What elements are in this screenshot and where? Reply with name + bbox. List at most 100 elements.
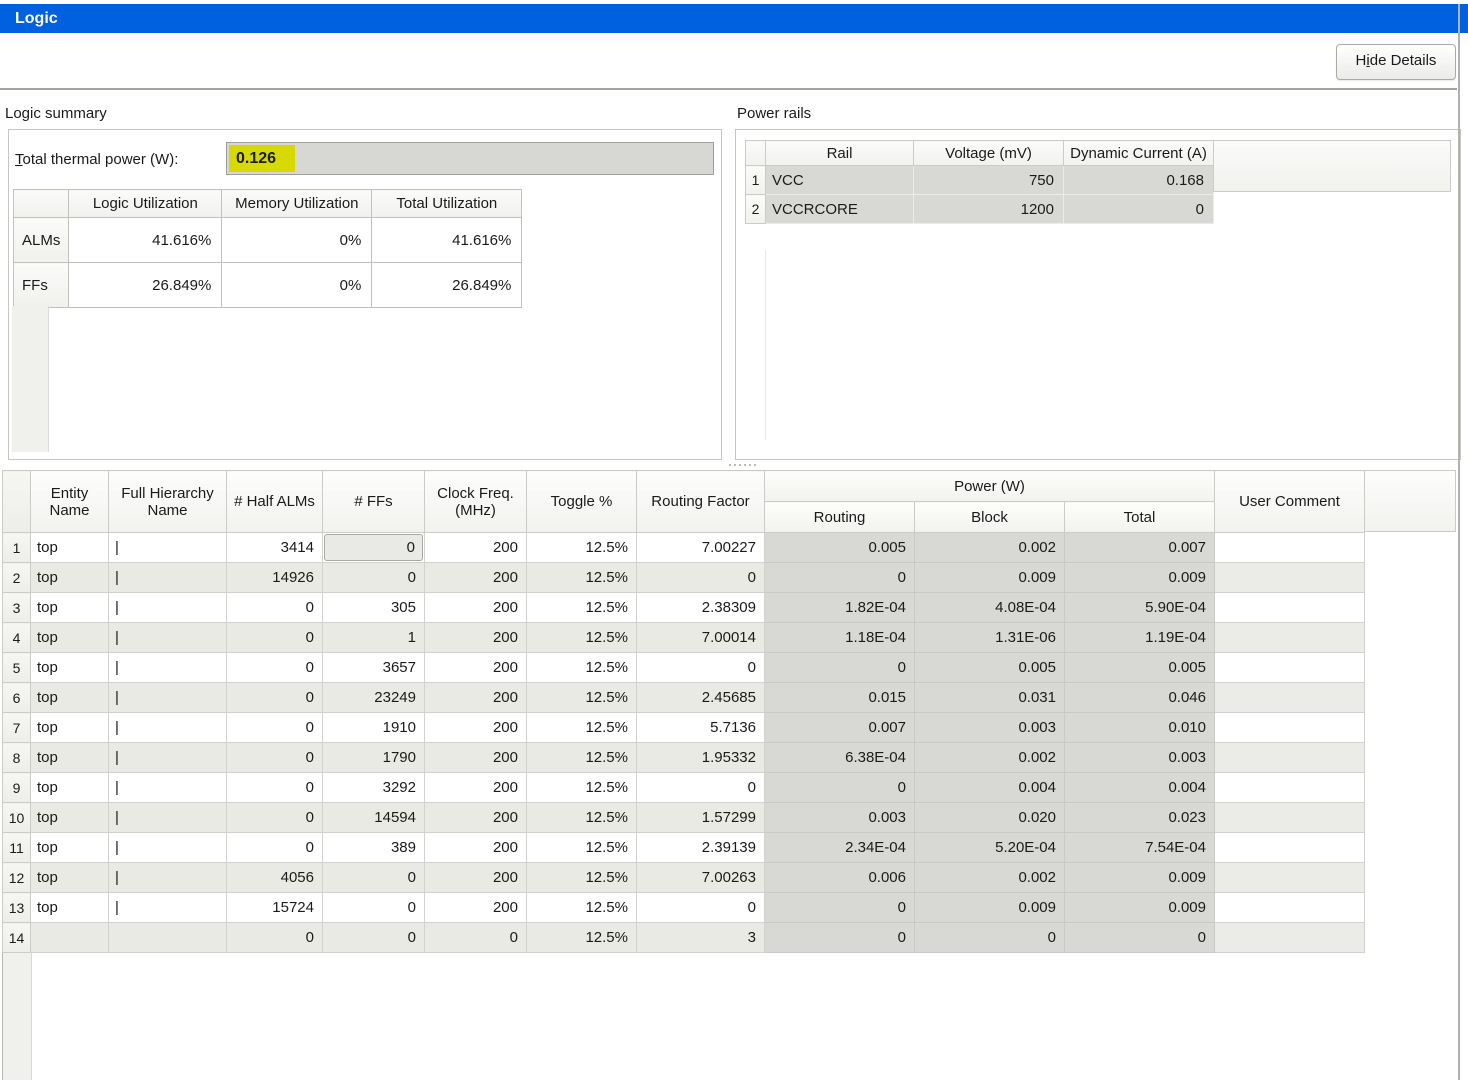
- ffs-cell[interactable]: 1910: [323, 713, 425, 743]
- column-header-memory-utilization[interactable]: Memory Utilization: [222, 190, 372, 218]
- toggle-cell[interactable]: 12.5%: [527, 863, 637, 893]
- entity-name-cell[interactable]: top: [31, 563, 109, 593]
- half-alms-cell[interactable]: 15724: [227, 893, 323, 923]
- entity-name-cell[interactable]: top: [31, 683, 109, 713]
- routing-factor-cell[interactable]: 0: [637, 653, 765, 683]
- clock-freq-cell[interactable]: 200: [425, 533, 527, 563]
- column-group-header-power[interactable]: Power (W): [765, 471, 1215, 502]
- user-comment-cell[interactable]: [1215, 893, 1365, 923]
- row-header[interactable]: 2: [746, 195, 766, 224]
- toggle-cell[interactable]: 12.5%: [527, 623, 637, 653]
- half-alms-cell[interactable]: 0: [227, 653, 323, 683]
- clock-freq-cell[interactable]: 0: [425, 923, 527, 953]
- row-header[interactable]: 1: [3, 533, 31, 563]
- toggle-cell[interactable]: 12.5%: [527, 593, 637, 623]
- column-header-clock-freq[interactable]: Clock Freq. (MHz): [425, 471, 527, 533]
- toggle-cell[interactable]: 12.5%: [527, 743, 637, 773]
- column-header-dynamic-current[interactable]: Dynamic Current (A): [1064, 141, 1214, 166]
- row-header[interactable]: 6: [3, 683, 31, 713]
- routing-factor-cell[interactable]: 0: [637, 563, 765, 593]
- user-comment-cell[interactable]: [1215, 593, 1365, 623]
- clock-freq-cell[interactable]: 200: [425, 683, 527, 713]
- entity-name-cell[interactable]: top: [31, 623, 109, 653]
- column-header-power-block[interactable]: Block: [915, 502, 1065, 533]
- hide-details-button[interactable]: Hide Details: [1336, 44, 1456, 80]
- user-comment-cell[interactable]: [1215, 803, 1365, 833]
- splitter-handle[interactable]: [720, 462, 764, 468]
- ffs-cell[interactable]: 0: [323, 533, 425, 563]
- routing-factor-cell[interactable]: 1.95332: [637, 743, 765, 773]
- entity-name-cell[interactable]: top: [31, 833, 109, 863]
- row-header[interactable]: 11: [3, 833, 31, 863]
- hierarchy-cell[interactable]: |: [109, 743, 227, 773]
- half-alms-cell[interactable]: 0: [227, 923, 323, 953]
- user-comment-cell[interactable]: [1215, 773, 1365, 803]
- column-header-rail[interactable]: Rail: [766, 141, 914, 166]
- entity-name-cell[interactable]: top: [31, 743, 109, 773]
- ffs-cell[interactable]: 3292: [323, 773, 425, 803]
- row-header[interactable]: 4: [3, 623, 31, 653]
- row-header[interactable]: 3: [3, 593, 31, 623]
- routing-factor-cell[interactable]: 7.00227: [637, 533, 765, 563]
- row-header[interactable]: 2: [3, 563, 31, 593]
- half-alms-cell[interactable]: 0: [227, 683, 323, 713]
- half-alms-cell[interactable]: 3414: [227, 533, 323, 563]
- user-comment-cell[interactable]: [1215, 563, 1365, 593]
- routing-factor-cell[interactable]: 2.39139: [637, 833, 765, 863]
- clock-freq-cell[interactable]: 200: [425, 743, 527, 773]
- ffs-cell[interactable]: 23249: [323, 683, 425, 713]
- toggle-cell[interactable]: 12.5%: [527, 563, 637, 593]
- entity-name-cell[interactable]: top: [31, 803, 109, 833]
- entity-name-cell[interactable]: top: [31, 773, 109, 803]
- routing-factor-cell[interactable]: 2.45685: [637, 683, 765, 713]
- user-comment-cell[interactable]: [1215, 683, 1365, 713]
- half-alms-cell[interactable]: 0: [227, 623, 323, 653]
- routing-factor-cell[interactable]: 2.38309: [637, 593, 765, 623]
- column-header-voltage[interactable]: Voltage (mV): [914, 141, 1064, 166]
- ffs-cell[interactable]: 0: [323, 563, 425, 593]
- entity-name-cell[interactable]: top: [31, 653, 109, 683]
- entity-name-cell[interactable]: top: [31, 593, 109, 623]
- clock-freq-cell[interactable]: 200: [425, 863, 527, 893]
- entity-name-cell[interactable]: top: [31, 893, 109, 923]
- row-header[interactable]: 10: [3, 803, 31, 833]
- ffs-cell[interactable]: 0: [323, 893, 425, 923]
- entity-name-cell[interactable]: top: [31, 713, 109, 743]
- ffs-cell[interactable]: 1790: [323, 743, 425, 773]
- half-alms-cell[interactable]: 0: [227, 833, 323, 863]
- clock-freq-cell[interactable]: 200: [425, 593, 527, 623]
- hierarchy-cell[interactable]: |: [109, 713, 227, 743]
- total-thermal-power-field[interactable]: 0.126: [226, 142, 714, 175]
- column-header-half-alms[interactable]: # Half ALMs: [227, 471, 323, 533]
- row-header-alms[interactable]: ALMs: [14, 218, 69, 263]
- row-header-ffs[interactable]: FFs: [14, 263, 69, 308]
- clock-freq-cell[interactable]: 200: [425, 563, 527, 593]
- row-header[interactable]: 1: [746, 166, 766, 195]
- routing-factor-cell[interactable]: 3: [637, 923, 765, 953]
- row-header[interactable]: 7: [3, 713, 31, 743]
- toggle-cell[interactable]: 12.5%: [527, 773, 637, 803]
- clock-freq-cell[interactable]: 200: [425, 803, 527, 833]
- user-comment-cell[interactable]: [1215, 863, 1365, 893]
- hierarchy-cell[interactable]: |: [109, 533, 227, 563]
- routing-factor-cell[interactable]: 5.7136: [637, 713, 765, 743]
- hierarchy-cell[interactable]: |: [109, 593, 227, 623]
- routing-factor-cell[interactable]: 7.00014: [637, 623, 765, 653]
- ffs-cell[interactable]: 0: [323, 923, 425, 953]
- routing-factor-cell[interactable]: 0: [637, 893, 765, 923]
- ffs-cell[interactable]: 3657: [323, 653, 425, 683]
- hierarchy-cell[interactable]: |: [109, 563, 227, 593]
- entity-name-cell[interactable]: top: [31, 533, 109, 563]
- ffs-cell[interactable]: 0: [323, 863, 425, 893]
- row-header[interactable]: 12: [3, 863, 31, 893]
- user-comment-cell[interactable]: [1215, 623, 1365, 653]
- hierarchy-cell[interactable]: |: [109, 893, 227, 923]
- clock-freq-cell[interactable]: 200: [425, 893, 527, 923]
- column-header-entity-name[interactable]: Entity Name: [31, 471, 109, 533]
- hierarchy-cell[interactable]: |: [109, 863, 227, 893]
- row-header[interactable]: 14: [3, 923, 31, 953]
- toggle-cell[interactable]: 12.5%: [527, 683, 637, 713]
- ffs-cell[interactable]: 305: [323, 593, 425, 623]
- column-header-user-comment[interactable]: User Comment: [1215, 471, 1365, 533]
- hierarchy-cell[interactable]: |: [109, 773, 227, 803]
